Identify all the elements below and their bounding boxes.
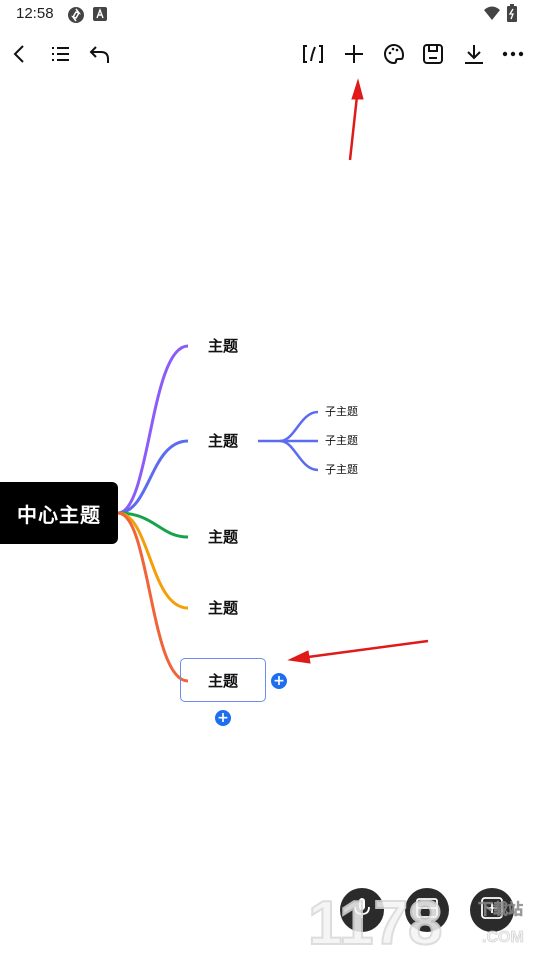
layout-button[interactable] bbox=[405, 888, 449, 932]
branch-line-5 bbox=[117, 511, 189, 683]
mic-icon bbox=[353, 897, 371, 923]
sub-branch-1 bbox=[258, 410, 319, 443]
sub-branch-3 bbox=[279, 439, 319, 472]
add-child-button[interactable]: + bbox=[271, 673, 287, 689]
add-node-icon bbox=[481, 897, 503, 923]
branch-line-4 bbox=[117, 511, 189, 610]
center-topic[interactable]: 中心主题 bbox=[0, 482, 118, 544]
subtopic-node-1[interactable]: 子主题 bbox=[325, 405, 358, 419]
annotation-arrow-toolbar bbox=[348, 78, 364, 161]
topic-node-5-selected[interactable]: 主题 bbox=[180, 658, 266, 702]
topic-node-4[interactable]: 主题 bbox=[180, 598, 266, 618]
subtopic-node-2[interactable]: 子主题 bbox=[325, 434, 358, 448]
annotation-arrow-node bbox=[287, 639, 429, 664]
mindmap-branches bbox=[117, 78, 429, 683]
branch-line-1 bbox=[117, 344, 189, 515]
topic-node-3[interactable]: 主题 bbox=[180, 527, 266, 547]
voice-button[interactable] bbox=[340, 888, 384, 932]
add-node-button[interactable] bbox=[470, 888, 514, 932]
layout-icon bbox=[416, 898, 438, 922]
subtopic-node-3[interactable]: 子主题 bbox=[325, 463, 358, 477]
add-sibling-button[interactable]: + bbox=[215, 710, 231, 726]
branch-line-2 bbox=[117, 439, 189, 515]
mindmap-canvas[interactable]: 中心主题 主题 主题 主题 主题 主题 子主题 子主题 子主题 + + bbox=[0, 0, 534, 950]
topic-node-2[interactable]: 主题 bbox=[180, 431, 266, 451]
topic-node-1[interactable]: 主题 bbox=[180, 336, 266, 356]
